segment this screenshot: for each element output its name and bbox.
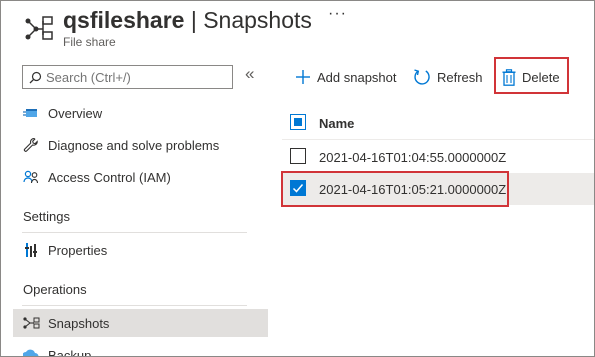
wrench-icon bbox=[21, 136, 41, 154]
title-separator: | bbox=[190, 7, 197, 33]
sidebar-item-label: Access Control (IAM) bbox=[48, 169, 171, 185]
column-header-name[interactable]: Name bbox=[319, 116, 354, 131]
sidebar-item-label: Backup bbox=[48, 347, 92, 357]
add-snapshot-button[interactable]: Add snapshot bbox=[295, 65, 397, 89]
resource-name: qsfileshare bbox=[63, 7, 185, 33]
sidebar-item-access-control[interactable]: Access Control (IAM) bbox=[13, 163, 268, 191]
row-checkbox[interactable] bbox=[290, 148, 306, 164]
properties-icon bbox=[21, 241, 41, 259]
divider bbox=[22, 305, 247, 306]
sidebar-item-label: Diagnose and solve problems bbox=[48, 137, 220, 153]
people-icon bbox=[21, 168, 41, 186]
search-box[interactable] bbox=[22, 65, 233, 89]
trash-icon bbox=[502, 68, 516, 86]
sidebar-item-overview[interactable]: Overview bbox=[13, 99, 268, 127]
sidebar-item-snapshots[interactable]: Snapshots bbox=[13, 309, 268, 337]
portal-frame: qsfileshare | Snapshots ··· File share «… bbox=[0, 0, 595, 357]
divider bbox=[22, 232, 247, 233]
snapshot-name[interactable]: 2021-04-16T01:04:55.0000000Z bbox=[319, 150, 506, 165]
sidebar-item-properties[interactable]: Properties bbox=[13, 236, 268, 264]
delete-button[interactable]: Delete bbox=[502, 65, 560, 89]
settings-group-label: Settings bbox=[23, 209, 70, 224]
sidebar-item-backup[interactable]: Backup bbox=[13, 341, 268, 357]
resource-type: File share bbox=[63, 35, 116, 49]
search-icon bbox=[29, 71, 42, 83]
operations-group-label: Operations bbox=[23, 282, 87, 297]
add-snapshot-label: Add snapshot bbox=[317, 69, 397, 85]
sidebar-item-label: Overview bbox=[48, 105, 103, 121]
collapse-menu-button[interactable]: « bbox=[245, 64, 254, 84]
plus-icon bbox=[296, 70, 310, 84]
sidebar-item-diagnose[interactable]: Diagnose and solve problems bbox=[13, 131, 268, 159]
search-input[interactable] bbox=[46, 69, 221, 85]
delete-label: Delete bbox=[522, 69, 560, 85]
selected-row-highlight bbox=[281, 171, 509, 207]
more-options-button[interactable]: ··· bbox=[328, 5, 347, 23]
row-divider bbox=[282, 139, 594, 140]
blade-name: Snapshots bbox=[203, 7, 312, 33]
backup-icon bbox=[21, 346, 41, 356]
snapshot-icon bbox=[21, 314, 41, 332]
file-share-icon bbox=[23, 13, 57, 43]
select-all-checkbox[interactable] bbox=[290, 114, 306, 130]
refresh-button[interactable]: Refresh bbox=[413, 65, 483, 89]
refresh-label: Refresh bbox=[437, 69, 483, 85]
refresh-icon bbox=[414, 69, 430, 85]
sidebar-item-label: Snapshots bbox=[48, 315, 110, 331]
page-title: qsfileshare | Snapshots bbox=[63, 6, 312, 34]
overview-icon bbox=[21, 104, 41, 122]
sidebar-item-label: Properties bbox=[48, 242, 108, 258]
